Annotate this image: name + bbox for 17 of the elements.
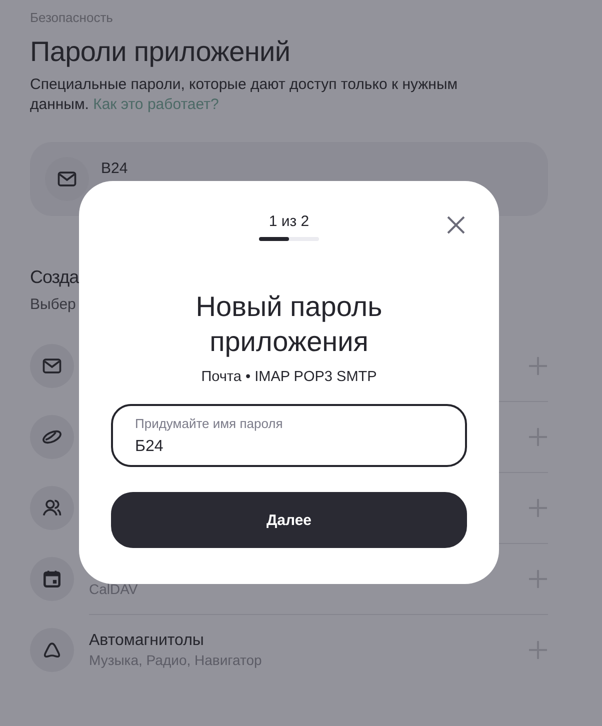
close-icon[interactable] — [447, 216, 465, 234]
step-counter: 1 из 2 — [268, 213, 310, 231]
field-label: Придумайте имя пароля — [135, 416, 283, 432]
app-type-title: Автомагнитолы — [89, 630, 204, 650]
password-name: B24 — [101, 160, 128, 177]
dialog-subtitle: Почта • IMAP POP3 SMTP — [201, 368, 377, 387]
description: Специальные пароли, которые дают доступ только к нужным данным. Как это работает? — [30, 75, 459, 115]
plus-icon[interactable] — [528, 356, 548, 376]
next-button[interactable]: Далее — [111, 492, 467, 548]
plus-icon[interactable] — [528, 498, 548, 518]
plus-icon[interactable] — [528, 640, 548, 660]
section-subtitle: Выбер — [30, 296, 76, 314]
dialog-title: Новый пароль приложения — [194, 290, 384, 359]
page-title: Пароли приложений — [30, 35, 292, 69]
plus-icon[interactable] — [528, 426, 548, 446]
section-title: Созда — [30, 266, 79, 289]
plus-icon[interactable] — [528, 568, 548, 588]
